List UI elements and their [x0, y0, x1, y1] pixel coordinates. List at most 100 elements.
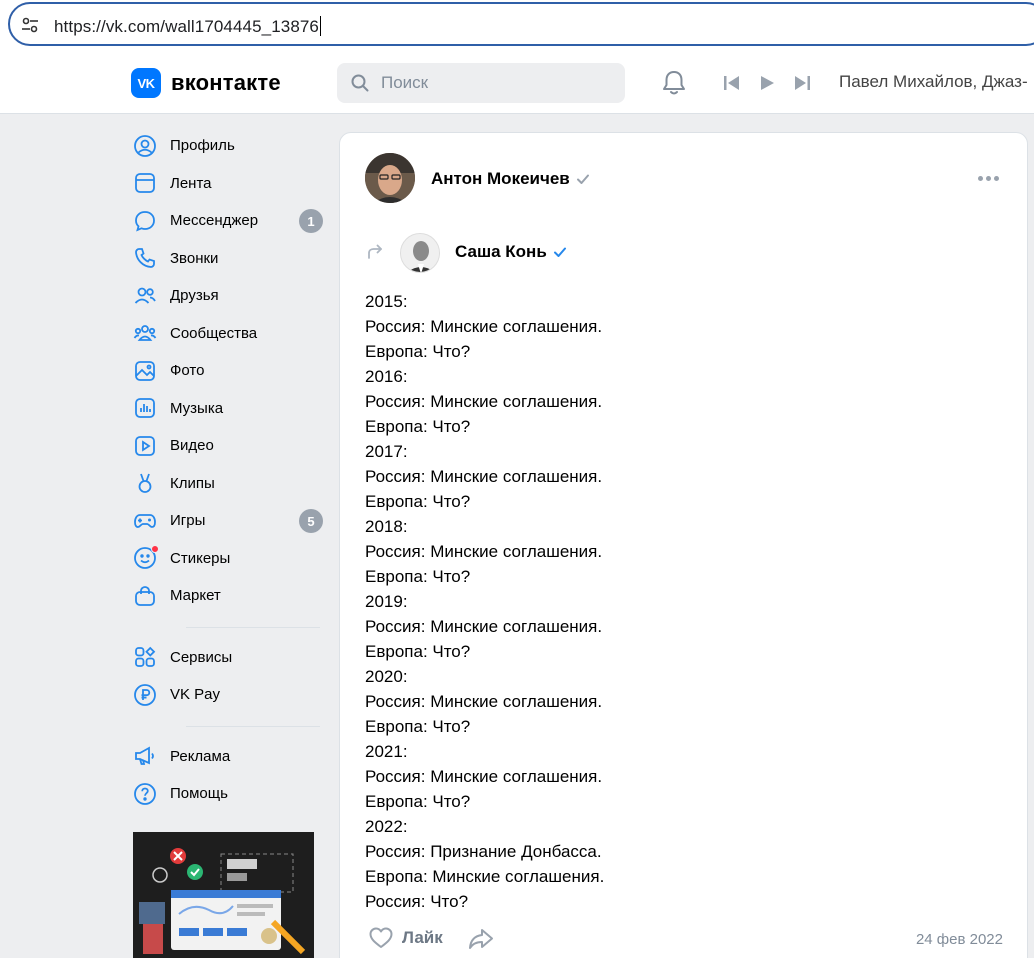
search-input[interactable]: [381, 71, 611, 95]
author-avatar[interactable]: [365, 153, 415, 203]
post-line: Россия: Минские соглашения.: [365, 317, 603, 336]
help-icon: [133, 782, 157, 806]
music-icon: [133, 396, 157, 420]
sidebar-item-vkpay[interactable]: VK Pay: [133, 676, 323, 714]
sidebar-item-clips[interactable]: Клипы: [133, 465, 323, 503]
share-button[interactable]: [468, 927, 494, 956]
audio-player-controls: [722, 73, 812, 93]
post-line: Европа: Что?: [365, 642, 471, 661]
heart-icon: [369, 927, 393, 948]
market-icon: [133, 584, 157, 608]
post-line: 2015:: [365, 292, 408, 311]
next-track-icon[interactable]: [792, 73, 812, 93]
messenger-icon: [133, 209, 157, 233]
post-text: 2015: Россия: Минские соглашения. Европа…: [365, 289, 985, 914]
sidebar-ad-banner[interactable]: [133, 832, 314, 958]
stickers-icon: [133, 545, 159, 570]
sidebar-item-label: Клипы: [170, 474, 215, 492]
search-box[interactable]: [337, 63, 625, 103]
like-button[interactable]: Лайк: [368, 926, 443, 950]
vk-logo-badge: VK: [131, 68, 161, 98]
sidebar-item-label: Реклама: [170, 747, 231, 765]
repost-arrow-icon: [366, 243, 384, 266]
sidebar-item-services[interactable]: Сервисы: [133, 639, 323, 677]
notifications-bell-icon[interactable]: [661, 69, 687, 102]
verified-check-icon: [553, 247, 566, 257]
sidebar-item-label: Игры: [170, 512, 206, 530]
text-caret: [319, 16, 321, 36]
sidebar-item-stickers[interactable]: Стикеры: [133, 540, 323, 578]
post-line: 2020:: [365, 667, 408, 686]
sidebar-divider: [186, 626, 320, 628]
sidebar-item-label: Друзья: [170, 287, 219, 305]
author-name: Антон Мокеичев: [431, 169, 570, 188]
like-label: Лайк: [402, 928, 443, 947]
video-icon: [133, 434, 157, 458]
repost-author[interactable]: Саша Конь: [455, 242, 567, 262]
post-line: 2017:: [365, 442, 408, 461]
post-line: 2016:: [365, 367, 408, 386]
sidebar-item-calls[interactable]: Звонки: [133, 240, 323, 278]
verified-check-icon: [576, 174, 589, 184]
sidebar-item-photo[interactable]: Фото: [133, 352, 323, 390]
repost-author-avatar[interactable]: [400, 233, 440, 273]
now-playing-track[interactable]: Павел Михайлов, Джаз-: [839, 72, 1028, 92]
vkpay-icon: [133, 683, 157, 707]
sidebar-item-friends[interactable]: Друзья: [133, 277, 323, 315]
post-line: Европа: Что?: [365, 792, 471, 811]
browser-address-bar: https://vk.com/wall1704445_13876: [0, 0, 1034, 52]
sidebar-item-games[interactable]: Игры 5: [133, 502, 323, 540]
sidebar-item-label: Стикеры: [170, 549, 231, 567]
post-author[interactable]: Антон Мокеичев: [431, 169, 590, 189]
games-icon: [133, 509, 157, 533]
profile-icon: [133, 134, 157, 158]
post-actions: Лайк 24 фев 2022: [340, 921, 1029, 957]
wall-post: Антон Мокеичев Саша Конь 2015: Россия: М…: [339, 132, 1028, 958]
site-header: VK вконтакте Павел Михайлов, Джаз-: [0, 52, 1034, 114]
sidebar-item-music[interactable]: Музыка: [133, 390, 323, 428]
friends-icon: [133, 284, 157, 308]
post-line: Европа: Что?: [365, 492, 471, 511]
feed-icon: [133, 171, 157, 195]
previous-track-icon[interactable]: [722, 73, 742, 93]
sidebar-item-messenger[interactable]: Мессенджер 1: [133, 202, 323, 240]
vk-logo-text: вконтакте: [171, 70, 281, 95]
post-line: 2022:: [365, 817, 408, 836]
vk-logo[interactable]: VK вконтакте: [131, 68, 281, 98]
sidebar-item-label: Профиль: [170, 137, 235, 155]
post-line: Россия: Минские соглашения.: [365, 617, 603, 636]
sidebar-item-ads[interactable]: Реклама: [133, 738, 323, 776]
url-text: https://vk.com/wall1704445_13876: [54, 16, 321, 36]
sidebar-item-profile[interactable]: Профиль: [133, 127, 323, 165]
sidebar-item-label: Фото: [170, 362, 205, 380]
post-line: Россия: Признание Донбасса.: [365, 842, 602, 861]
sidebar-item-help[interactable]: Помощь: [133, 775, 323, 813]
games-count-badge: 5: [299, 509, 323, 533]
post-line: Россия: Что?: [365, 892, 469, 911]
post-line: Россия: Минские соглашения.: [365, 467, 603, 486]
post-line: 2018:: [365, 517, 408, 536]
new-indicator-dot: [151, 545, 159, 554]
sidebar-item-communities[interactable]: Сообщества: [133, 315, 323, 353]
left-sidebar: Профиль Лента Мессенджер 1 Звонки Друзья…: [133, 127, 323, 813]
post-line: Европа: Что?: [365, 417, 471, 436]
sidebar-item-label: Мессенджер: [170, 212, 259, 230]
sidebar-item-market[interactable]: Маркет: [133, 577, 323, 615]
post-line: Европа: Что?: [365, 567, 471, 586]
play-icon[interactable]: [757, 73, 777, 93]
sidebar-item-label: Маркет: [170, 587, 221, 605]
post-line: Россия: Минские соглашения.: [365, 692, 603, 711]
post-line: Россия: Минские соглашения.: [365, 767, 603, 786]
communities-icon: [133, 321, 157, 345]
post-date[interactable]: 24 фев 2022: [916, 931, 1003, 948]
sidebar-item-label: Видео: [170, 437, 214, 455]
site-settings-icon[interactable]: [20, 15, 40, 35]
sidebar-item-video[interactable]: Видео: [133, 427, 323, 465]
url-field[interactable]: https://vk.com/wall1704445_13876: [8, 2, 1034, 46]
post-line: 2021:: [365, 742, 408, 761]
sidebar-item-feed[interactable]: Лента: [133, 165, 323, 203]
post-line: Европа: Минские соглашения.: [365, 867, 605, 886]
more-options-icon[interactable]: [978, 176, 999, 181]
ads-icon: [133, 744, 157, 768]
sidebar-item-label: Лента: [170, 174, 212, 192]
